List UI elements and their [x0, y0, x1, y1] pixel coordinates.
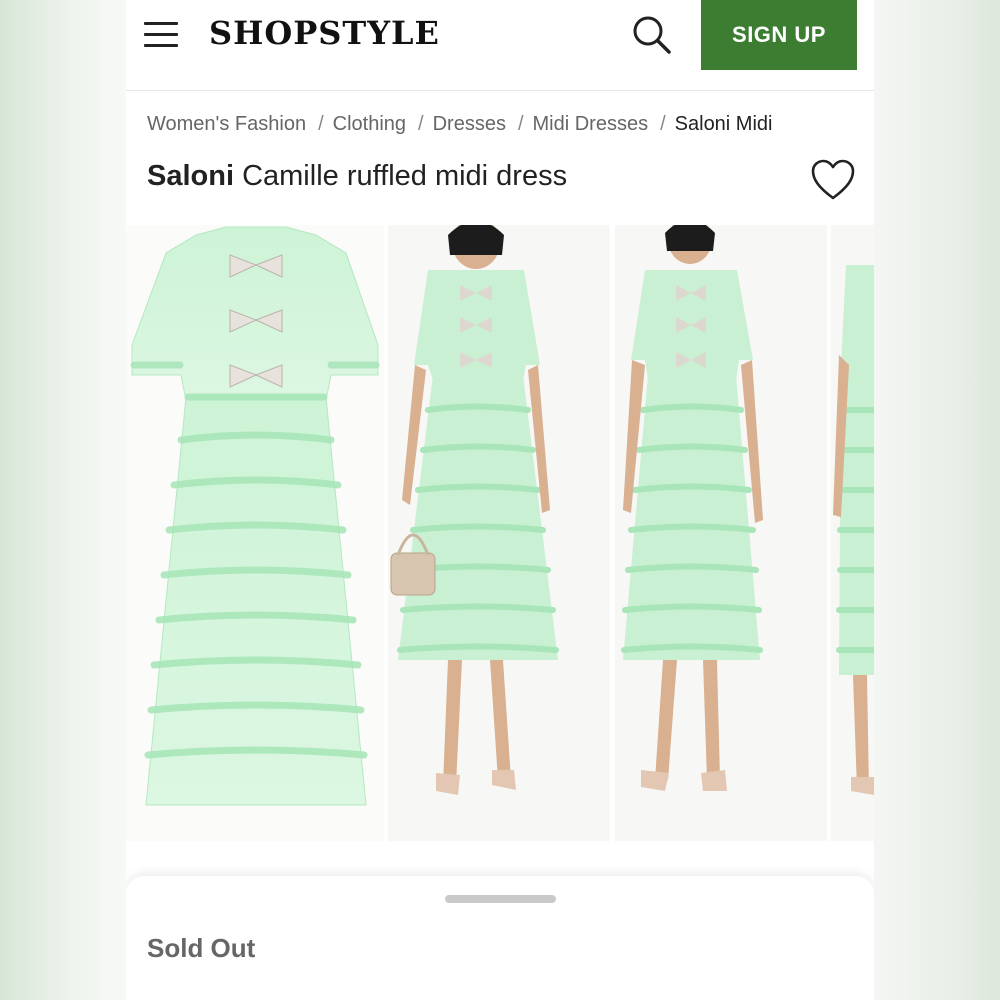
product-page: SHOPSTYLE SIGN UP Women's Fashion / Clothi… [126, 0, 874, 1000]
breadcrumb-separator: / [517, 113, 524, 135]
background-left-margin [0, 0, 126, 1000]
site-logo[interactable]: SHOPSTYLE [209, 14, 440, 52]
background-right-margin [874, 0, 1000, 1000]
breadcrumb-item-current: Saloni Midi [674, 113, 773, 135]
product-image-model-angle[interactable] [615, 225, 827, 841]
breadcrumb-item-womens-fashion[interactable]: Women's Fashion [147, 113, 306, 135]
product-image-flat-lay[interactable] [126, 225, 384, 841]
product-image-model-side[interactable] [831, 225, 874, 841]
product-title: Saloni Camille ruffled midi dress [147, 160, 567, 193]
breadcrumb-separator: / [418, 113, 424, 135]
bottom-sheet: Sold Out [126, 876, 874, 1000]
breadcrumb-item-midi-dresses[interactable]: Midi Dresses [533, 113, 649, 135]
breadcrumb: Women's Fashion / Clothing / Dresses / Midi Dr… [147, 113, 772, 136]
site-header: SHOPSTYLE SIGN UP [126, 0, 874, 91]
search-icon[interactable] [631, 14, 673, 56]
hamburger-menu-icon[interactable] [144, 22, 178, 48]
breadcrumb-item-clothing[interactable]: Clothing [333, 113, 406, 135]
availability-status: Sold Out [147, 933, 256, 963]
sign-up-button[interactable]: SIGN UP [701, 0, 857, 70]
sheet-drag-handle[interactable] [445, 895, 556, 903]
product-brand[interactable]: Saloni [147, 160, 234, 192]
breadcrumb-separator: / [318, 113, 324, 135]
heart-outline-icon[interactable] [810, 158, 856, 202]
product-image-gallery[interactable] [126, 225, 874, 841]
breadcrumb-separator: / [660, 113, 666, 135]
product-image-model-front[interactable] [388, 225, 610, 841]
breadcrumb-item-dresses[interactable]: Dresses [433, 113, 506, 135]
product-name: Camille ruffled midi dress [242, 160, 568, 192]
